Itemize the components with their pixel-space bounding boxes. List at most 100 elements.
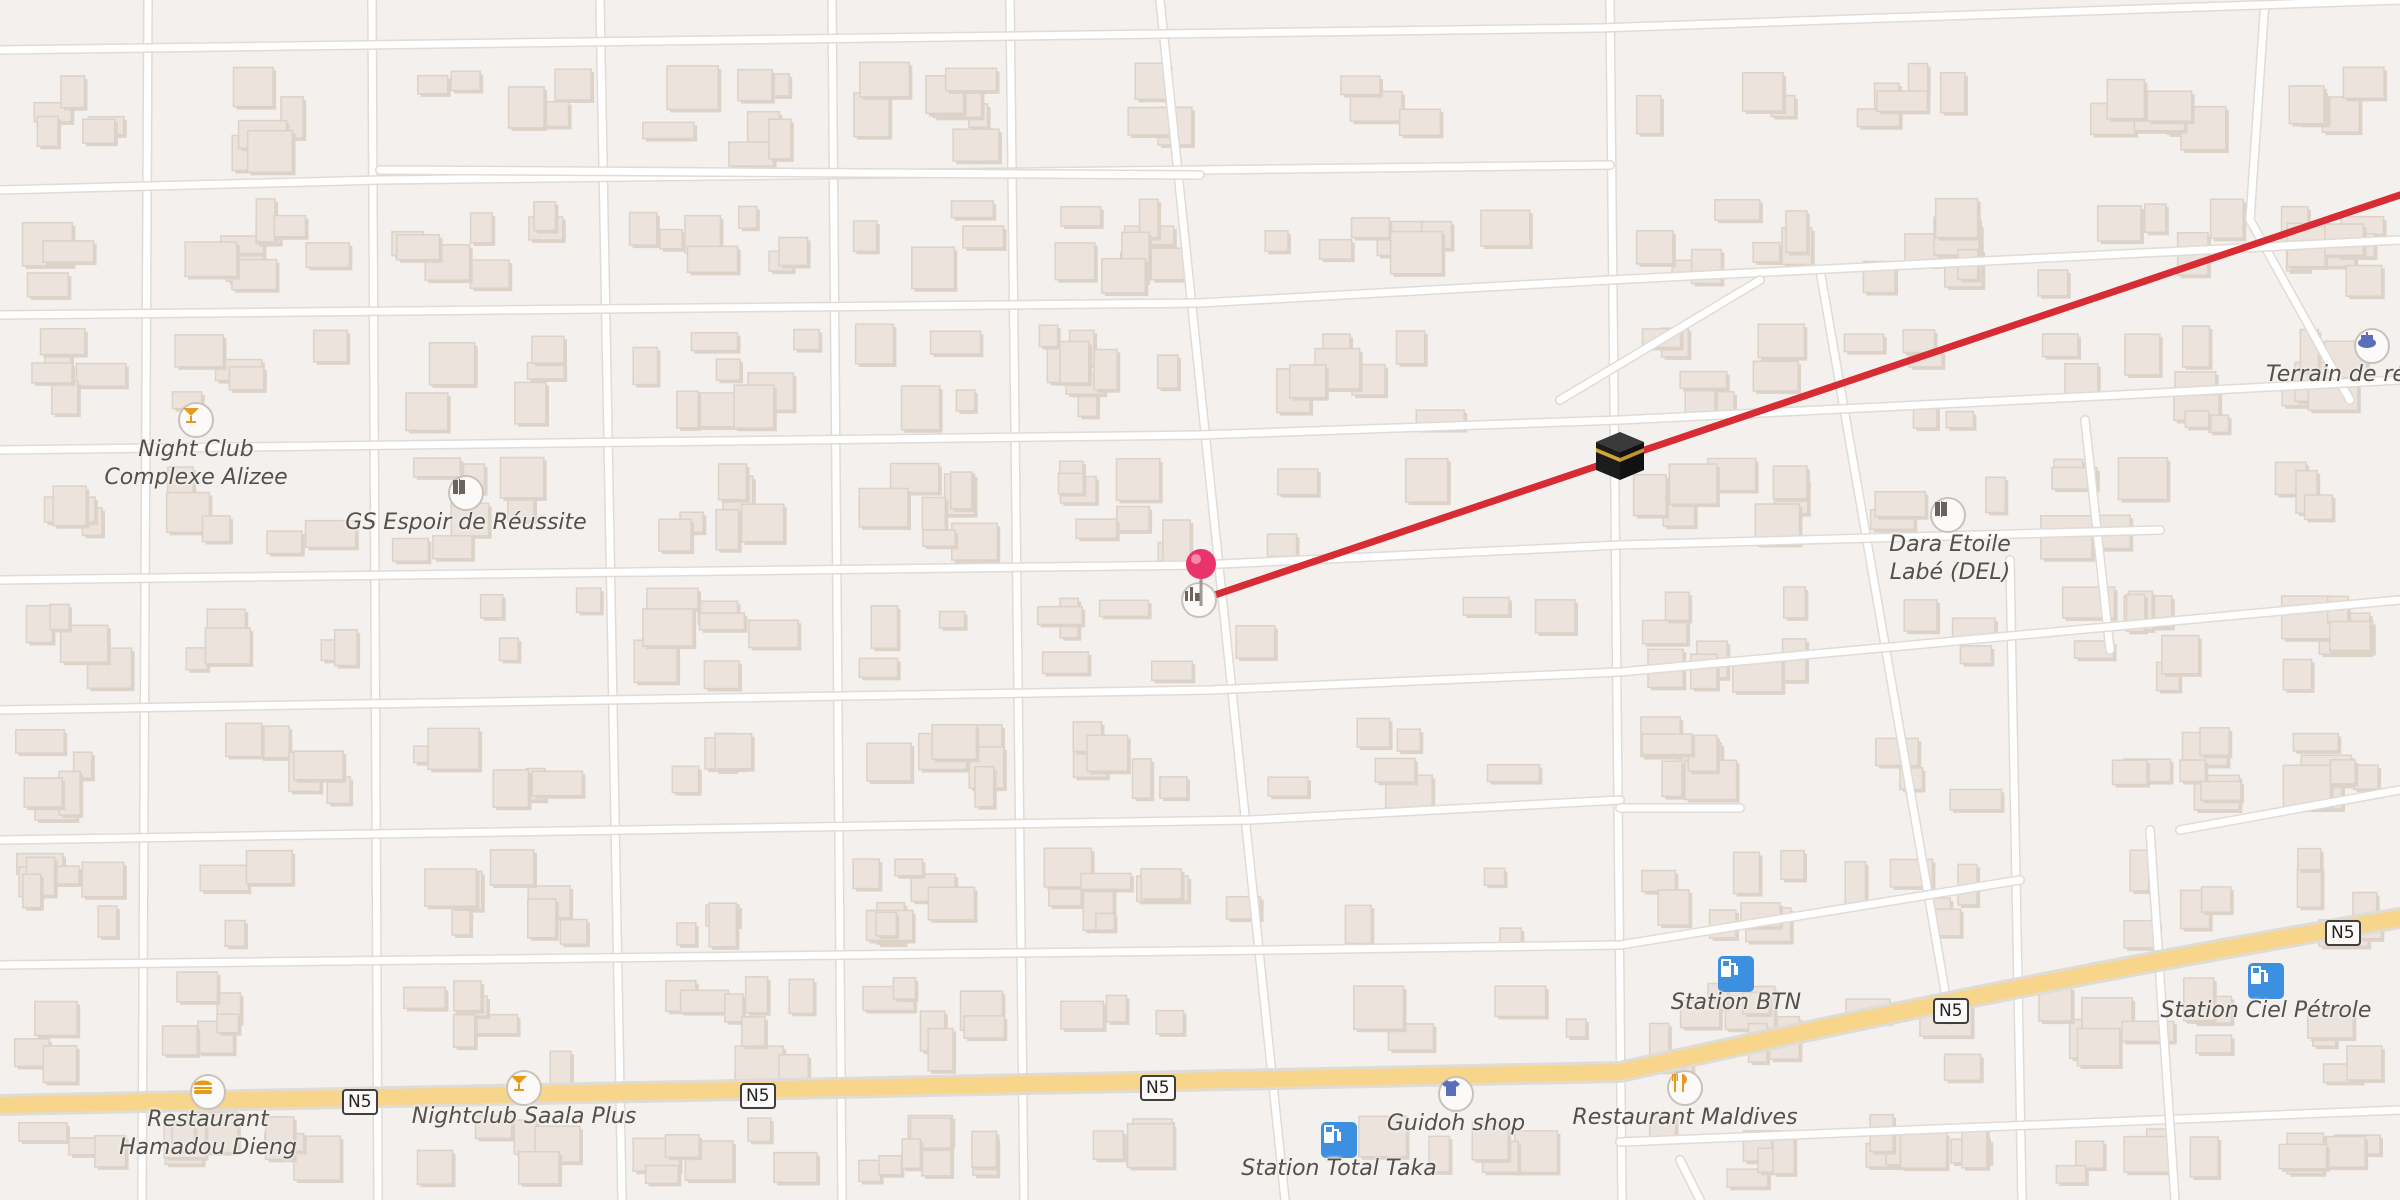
building: [2329, 759, 2356, 785]
building: [68, 1137, 99, 1156]
building: [951, 522, 999, 561]
building: [747, 1117, 772, 1143]
building: [666, 65, 720, 111]
building: [642, 608, 694, 647]
building: [2296, 866, 2323, 909]
poi-label-station-total[interactable]: Station Total Taka: [1219, 1155, 1459, 1183]
building: [2123, 1135, 2174, 1174]
building: [854, 323, 895, 365]
building: [858, 657, 899, 679]
building: [2345, 264, 2383, 297]
map-canvas[interactable]: N5 N5 N5 N5 N5 Night Club Complexe Alize…: [0, 0, 2400, 1200]
building: [931, 724, 978, 761]
building: [703, 660, 740, 690]
building: [1374, 757, 1416, 783]
building: [2297, 847, 2322, 871]
building: [1752, 241, 1781, 263]
stadium-icon[interactable]: [2354, 328, 2390, 364]
building: [708, 902, 738, 948]
poi-label-dara-etoile[interactable]: Dara Etoile Labé (DEL): [1850, 531, 2050, 587]
building: [25, 604, 54, 644]
building: [527, 898, 557, 939]
building: [1086, 734, 1129, 773]
poi-label-guidoh-shop[interactable]: Guidoh shop: [1356, 1110, 1556, 1138]
building: [728, 141, 775, 167]
building: [333, 628, 358, 667]
building: [1059, 340, 1090, 384]
poi-label-station-btn[interactable]: Station BTN: [1636, 989, 1836, 1017]
building: [962, 225, 1005, 249]
building: [2161, 634, 2200, 675]
building: [161, 1025, 198, 1056]
building: [628, 211, 658, 246]
building: [1101, 257, 1147, 294]
cocktail-icon[interactable]: [506, 1070, 542, 1106]
building: [1127, 106, 1174, 136]
building: [51, 380, 79, 415]
building: [97, 905, 118, 938]
building: [1131, 758, 1152, 799]
building: [293, 750, 344, 781]
poi-label-night-club-alizee[interactable]: Night Club Complexe Alizee: [96, 436, 296, 492]
building: [1752, 360, 1799, 392]
building: [875, 911, 898, 937]
building: [1116, 505, 1150, 532]
building: [858, 1159, 882, 1183]
building: [514, 381, 547, 425]
fuel-icon[interactable]: [2248, 963, 2284, 999]
building: [741, 1016, 766, 1047]
building: [18, 1121, 68, 1142]
building: [201, 515, 231, 543]
building: [1899, 1131, 1948, 1169]
poi-label-line: Hamadou Dieng: [119, 1135, 297, 1160]
building: [1934, 197, 1979, 239]
building: [559, 918, 588, 945]
building: [427, 727, 480, 771]
burger-icon[interactable]: [190, 1074, 226, 1110]
building: [714, 732, 753, 770]
building: [1267, 776, 1309, 797]
shirt-icon[interactable]: [1438, 1076, 1474, 1112]
building: [518, 1151, 560, 1185]
fuel-icon[interactable]: [1718, 956, 1754, 992]
fuel-icon[interactable]: [1321, 1122, 1357, 1158]
poi-label-nightclub-saala[interactable]: Nightclub Saala Plus: [404, 1103, 644, 1131]
building: [922, 529, 956, 548]
school-icon[interactable]: [448, 475, 484, 511]
building: [646, 587, 699, 611]
school-icon[interactable]: [1930, 497, 1966, 533]
restaurant-icon[interactable]: [1667, 1070, 1703, 1106]
building: [49, 603, 70, 631]
building: [690, 331, 739, 352]
building: [927, 886, 976, 921]
poi-label-line: Dara Etoile: [1889, 532, 2011, 557]
poi-label-station-ciel[interactable]: Station Ciel Pétrole: [2146, 997, 2386, 1025]
building: [870, 605, 899, 649]
poi-label-restaurant-hamadou[interactable]: Restaurant Hamadou Dieng: [108, 1106, 308, 1162]
poi-label-gs-espoir[interactable]: GS Espoir de Réussite: [336, 509, 596, 537]
building: [216, 1013, 240, 1034]
building: [676, 922, 697, 946]
building: [1155, 1009, 1185, 1035]
building: [1780, 849, 1805, 881]
building: [1340, 75, 1381, 96]
building: [225, 722, 263, 758]
building: [1140, 868, 1183, 900]
building: [2342, 66, 2385, 100]
building: [469, 259, 510, 289]
building: [952, 128, 1000, 162]
building: [955, 389, 976, 412]
poi-label-terrain[interactable]: Terrain de ré: [2266, 361, 2400, 389]
building: [1486, 763, 1541, 783]
building: [1156, 354, 1179, 389]
building: [1095, 912, 1116, 932]
building: [1949, 788, 2003, 811]
building: [1874, 490, 1927, 518]
poi-label-restaurant-maldives[interactable]: Restaurant Maldives: [1565, 1104, 1805, 1132]
cocktail-icon[interactable]: [178, 402, 214, 438]
building: [451, 909, 471, 936]
building: [1772, 465, 1808, 500]
building: [1635, 229, 1674, 265]
building: [452, 980, 482, 1012]
building: [412, 457, 462, 478]
